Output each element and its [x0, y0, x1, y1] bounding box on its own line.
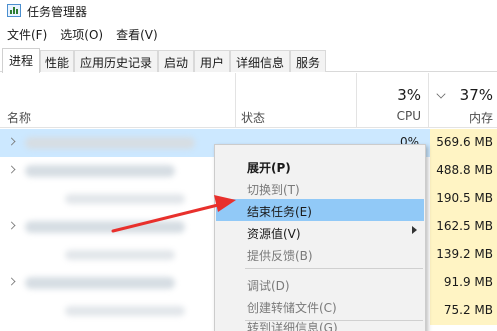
menu-bar: 文件(F) 选项(O) 查看(V) — [0, 24, 164, 44]
tab-app-history[interactable]: 应用历史记录 — [74, 50, 158, 72]
memory-cell: 75.2 MB — [430, 297, 497, 325]
tab-services[interactable]: 服务 — [290, 50, 326, 72]
column-memory[interactable]: 内存 — [430, 109, 493, 126]
tab-strip: 进程 性能 应用历史记录 启动 用户 详细信息 服务 — [0, 48, 497, 73]
submenu-arrow-icon — [412, 226, 417, 234]
window-title: 任务管理器 — [27, 5, 88, 19]
column-divider[interactable] — [356, 73, 357, 128]
memory-cell: 488.8 MB — [430, 157, 497, 185]
column-name[interactable]: 名称 — [7, 109, 31, 126]
menu-item-go-to-details[interactable]: 转到详细信息(G) — [216, 315, 424, 331]
title-bar: 任务管理器 — [0, 0, 497, 22]
cpu-total-percent: 3% — [397, 86, 421, 104]
process-name-redacted — [65, 306, 185, 316]
process-name-redacted — [25, 137, 195, 149]
chevron-right-icon[interactable] — [7, 277, 16, 286]
memory-total-percent: 37% — [459, 86, 493, 104]
process-name-redacted — [65, 250, 175, 260]
menu-item-create-dump[interactable]: 创建转储文件(C) — [216, 295, 424, 317]
menu-item-expand[interactable]: 展开(P) — [216, 155, 424, 177]
menu-item-label: 资源值(V) — [247, 227, 301, 241]
process-name-redacted — [65, 194, 185, 204]
tab-performance[interactable]: 性能 — [40, 50, 74, 72]
context-menu: 展开(P) 切换到(T) 结束任务(E) 资源值(V) 提供反馈(B) 调试(D… — [214, 144, 426, 331]
chevron-right-icon[interactable] — [7, 165, 16, 174]
process-name-redacted — [25, 277, 175, 289]
column-divider[interactable] — [235, 73, 236, 128]
tab-processes[interactable]: 进程 — [2, 48, 40, 73]
tab-users[interactable]: 用户 — [194, 50, 230, 72]
memory-cell: 190.5 MB — [430, 185, 497, 213]
column-cpu[interactable]: CPU — [358, 109, 421, 123]
memory-cell: 569.6 MB — [430, 129, 497, 157]
process-name-redacted — [25, 221, 185, 233]
menu-item-switch-to[interactable]: 切换到(T) — [216, 177, 424, 199]
chevron-right-icon[interactable] — [7, 221, 16, 230]
menu-file[interactable]: 文件(F) — [7, 24, 47, 44]
memory-cell: 91.9 MB — [430, 269, 497, 297]
tab-details[interactable]: 详细信息 — [230, 50, 290, 72]
menu-separator — [245, 268, 423, 269]
chevron-right-icon[interactable] — [7, 137, 16, 146]
column-status[interactable]: 状态 — [241, 109, 265, 126]
column-header: 名称 状态 3% CPU 37% 内存 — [0, 73, 497, 128]
menu-options[interactable]: 选项(O) — [60, 24, 103, 44]
tab-startup[interactable]: 启动 — [158, 50, 194, 72]
menu-item-debug[interactable]: 调试(D) — [216, 273, 424, 295]
menu-item-resource-values[interactable]: 资源值(V) — [216, 221, 424, 243]
menu-view[interactable]: 查看(V) — [116, 24, 158, 44]
memory-cell: 139.2 MB — [430, 241, 497, 269]
menu-item-end-task[interactable]: 结束任务(E) — [216, 199, 424, 221]
process-name-redacted — [25, 165, 175, 177]
task-manager-icon — [7, 4, 21, 17]
task-manager-window: 任务管理器 文件(F) 选项(O) 查看(V) 进程 性能 应用历史记录 启动 … — [0, 0, 497, 331]
column-divider[interactable] — [428, 73, 429, 128]
memory-cell: 162.5 MB — [430, 213, 497, 241]
menu-item-feedback[interactable]: 提供反馈(B) — [216, 243, 424, 265]
